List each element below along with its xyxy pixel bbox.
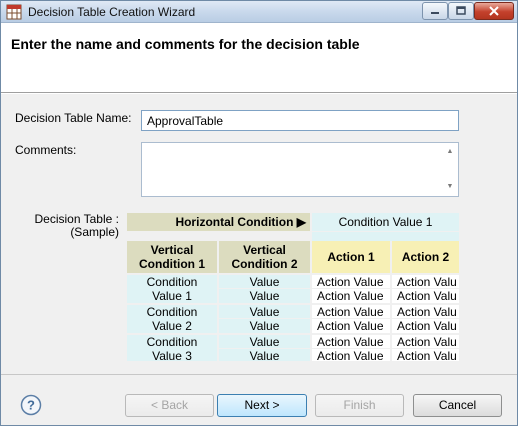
- condition-line: Condition: [146, 275, 198, 289]
- vertical-condition-1-line1: Vertical: [150, 243, 194, 257]
- name-label: Decision Table Name:: [15, 111, 132, 125]
- condition-line: Value 3: [152, 349, 192, 361]
- comments-label: Comments:: [15, 143, 77, 157]
- scroll-down-icon[interactable]: ▼: [446, 183, 454, 191]
- value-cell: Value: [219, 319, 310, 333]
- value-cell: Value: [219, 289, 310, 303]
- maximize-button[interactable]: [448, 2, 474, 20]
- page-title: Enter the name and comments for the deci…: [11, 36, 360, 52]
- triangle-right-icon: ▶: [296, 215, 306, 229]
- comments-textarea[interactable]: ▲ ▼: [141, 142, 459, 197]
- horizontal-condition-label: Horizontal Condition: [175, 215, 294, 229]
- value-cell: Value: [219, 349, 310, 361]
- wizard-content: Decision Table Name: Comments: ▲ ▼ Decis…: [1, 94, 517, 374]
- value-cell: Value: [219, 335, 310, 348]
- sample-label-line2: (Sample): [70, 225, 119, 239]
- condition-line: Value 2: [152, 319, 192, 333]
- condition-line: Condition: [146, 305, 198, 319]
- value-cell: Value: [219, 275, 310, 288]
- vertical-condition-2-line2: Condition 2: [231, 257, 298, 271]
- minimize-icon: [423, 3, 447, 19]
- minimize-button[interactable]: [422, 2, 448, 20]
- vertical-condition-2-line1: Vertical: [243, 243, 286, 257]
- action-value-cell: Action Valu: [392, 305, 459, 318]
- table-row-condition: Condition Value 3: [127, 335, 217, 361]
- value-cell: Value: [219, 305, 310, 318]
- action-value-cell: Action Value: [312, 319, 390, 333]
- action-value-cell: Action Value: [312, 275, 390, 288]
- action-2-header: Action 2: [392, 241, 459, 273]
- decision-table-name-input[interactable]: [141, 110, 459, 131]
- vertical-condition-1-line2: Condition 1: [139, 257, 205, 271]
- button-bar: ? < Back Next > Finish Cancel: [1, 374, 517, 425]
- action-value-cell: Action Value: [312, 335, 390, 348]
- condition-line: Condition: [146, 335, 198, 349]
- vertical-condition-2-header: Vertical Condition 2: [219, 241, 310, 273]
- sample-table-label: Decision Table : (Sample): [15, 213, 120, 239]
- title-bar[interactable]: Decision Table Creation Wizard: [1, 1, 517, 23]
- wizard-window: Decision Table Creation Wizard Enter the…: [0, 0, 518, 426]
- svg-text:?: ?: [27, 398, 35, 413]
- wizard-header: Enter the name and comments for the deci…: [1, 23, 517, 93]
- action-value-cell: Action Valu: [392, 349, 459, 361]
- maximize-icon: [449, 3, 473, 19]
- action-value-cell: Action Value: [312, 349, 390, 361]
- table-row-condition: Condition Value 2: [127, 305, 217, 333]
- close-icon: [475, 3, 513, 19]
- action-value-cell: Action Value: [312, 305, 390, 318]
- horizontal-condition-header: Horizontal Condition ▶: [127, 213, 310, 231]
- condition-line: Value 1: [152, 289, 192, 303]
- table-row-condition: Condition Value 1: [127, 275, 217, 303]
- cancel-button[interactable]: Cancel: [413, 394, 502, 417]
- finish-button[interactable]: Finish: [315, 394, 404, 417]
- help-icon[interactable]: ?: [20, 394, 42, 416]
- vertical-condition-1-header: Vertical Condition 1: [127, 241, 217, 273]
- action-value-cell: Action Valu: [392, 319, 459, 333]
- scroll-up-icon[interactable]: ▲: [446, 148, 454, 156]
- action-1-header: Action 1: [312, 241, 390, 273]
- action-value-cell: Action Value: [312, 289, 390, 303]
- back-button[interactable]: < Back: [125, 394, 214, 417]
- condition-value-header-spacer: [312, 232, 459, 241]
- window-title: Decision Table Creation Wizard: [28, 5, 196, 19]
- sample-table-body: Condition Value 1 Value Value Action Val…: [127, 275, 459, 361]
- close-button[interactable]: [474, 2, 514, 20]
- decision-table-app-icon: [6, 4, 22, 20]
- action-value-cell: Action Valu: [392, 289, 459, 303]
- condition-value-header: Condition Value 1: [312, 213, 459, 231]
- action-value-cell: Action Valu: [392, 275, 459, 288]
- next-button[interactable]: Next >: [217, 394, 307, 417]
- action-value-cell: Action Valu: [392, 335, 459, 348]
